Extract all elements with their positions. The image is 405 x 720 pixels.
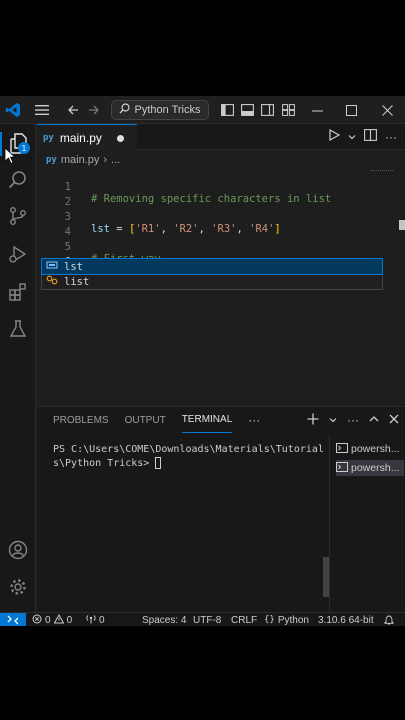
toggle-sidebar-icon[interactable] [219,96,235,124]
tab-main-py[interactable]: py main.py [37,124,137,150]
search-icon[interactable] [6,168,30,192]
terminal-instance[interactable]: powersh... [336,441,404,457]
mouse-cursor-icon [4,147,18,170]
code-line: 5 # First way [37,229,405,265]
maximize-icon[interactable] [342,96,360,124]
vscode-window: Python Tricks 1 py main.py ··· py main.p… [0,96,405,626]
terminal-name: powersh... [351,462,400,474]
run-debug-icon[interactable] [6,242,30,266]
code-line: 2 [37,184,405,208]
toggle-secondary-sidebar-icon[interactable] [259,96,275,124]
language-status[interactable]: {} Python [264,613,309,626]
code-line: 1 # Removing specific characters in list [37,169,405,205]
python-file-icon: py [43,132,54,143]
python-file-icon: py [46,155,57,165]
breadcrumb-file[interactable]: main.py [61,154,100,166]
encoding-status[interactable]: UTF-8 [193,613,221,626]
eol-status[interactable]: CRLF [231,613,257,626]
interpreter-status[interactable]: 3.10.6 64-bit [318,613,374,626]
split-editor-icon[interactable] [364,128,377,146]
error-count: 0 [45,614,51,626]
code-line-current: 6 print([int(s.lstrip('R')) for s in lst… [37,244,405,281]
suggestion-item[interactable]: lst [41,258,383,275]
bottom-panel: PROBLEMS OUTPUT TERMINAL ··· ··· PS C:\U… [37,406,405,613]
suggestion-label: list [64,275,90,288]
error-icon [32,614,42,627]
toggle-panel-icon[interactable] [239,96,255,124]
remote-indicator-icon[interactable] [0,613,26,626]
language-label: Python [277,614,309,626]
tab-terminal[interactable]: TERMINAL [181,407,233,433]
account-icon[interactable] [6,538,30,562]
search-icon [119,103,131,117]
panel-more-actions-icon[interactable]: ··· [347,413,359,427]
variable-icon [46,260,58,273]
terminal-dropdown-chevron-icon[interactable] [329,413,337,427]
back-arrow-icon[interactable] [64,96,82,124]
editor-tab-bar: py main.py ··· [37,124,405,150]
terminal-output[interactable]: PS C:\Users\COME\Downloads\Materials\Tut… [53,443,327,471]
more-actions-icon[interactable]: ··· [385,130,397,144]
terminal-instance-selected[interactable]: powersh... [336,460,404,476]
indentation-status[interactable]: Spaces: 4 [142,613,186,626]
ports-status[interactable]: 0 [86,613,105,626]
status-bar: 0 0 0 Spaces: 4 UTF-8 CRLF {} Python 3.1… [0,612,405,626]
search-label: Python Tricks [134,104,201,116]
unsaved-dot-icon[interactable] [117,135,124,142]
customize-layout-icon[interactable] [280,96,296,124]
terminal-icon [336,461,348,475]
testing-icon[interactable] [6,317,30,341]
maximize-panel-chevron-up-icon[interactable] [369,413,379,427]
command-center-search[interactable]: Python Tricks [111,100,209,120]
new-terminal-plus-icon[interactable] [307,413,319,428]
terminal-cursor [155,457,162,469]
explorer-badge: 1 [18,142,30,154]
tab-problems[interactable]: PROBLEMS [53,407,109,433]
activity-bar: 1 [0,124,36,612]
code-line: 3 lst = ['R1', 'R2', 'R3', 'R4'] [37,199,405,235]
suggestion-label: lst [64,260,83,273]
run-python-file-icon[interactable] [328,128,341,146]
vscode-logo [4,96,22,124]
panel-actions: ··· [307,407,399,433]
run-dropdown-chevron-icon[interactable] [348,128,356,146]
ports-count: 0 [99,614,105,626]
panel-tabs: PROBLEMS OUTPUT TERMINAL ··· [53,407,260,433]
terminal-list: powersh... powersh... [329,435,405,613]
extensions-icon[interactable] [6,280,30,304]
close-panel-icon[interactable] [389,413,399,427]
code-line: 4 [37,214,405,238]
tab-label: main.py [59,130,102,145]
editor-actions: ··· [328,124,397,150]
terminal-icon [336,442,348,456]
source-control-icon[interactable] [6,204,30,228]
warning-icon [53,613,64,627]
autocomplete-widget: lst list [41,258,383,290]
problems-status[interactable]: 0 0 [32,613,72,626]
breadcrumb-chevron-icon: › [103,154,108,166]
breadcrumb-more[interactable]: ... [111,154,120,166]
terminal-name: powersh... [351,443,400,455]
panel-more-icon[interactable]: ··· [248,407,260,433]
menu-icon[interactable] [32,96,52,124]
breadcrumb: py main.py › ... [46,152,120,168]
class-icon [46,275,58,288]
minimize-icon[interactable] [308,96,326,124]
warning-count: 0 [66,614,73,626]
suggestion-item[interactable]: list [42,274,382,289]
terminal-prompt: PS C:\Users\COME\Downloads\Materials\Tut… [53,444,324,469]
settings-gear-icon[interactable] [6,575,30,599]
tab-output[interactable]: OUTPUT [125,407,166,433]
title-bar: Python Tricks [0,96,405,124]
antenna-icon [86,614,96,627]
braces-icon: {} [264,615,275,625]
forward-arrow-icon[interactable] [85,96,103,124]
notifications-bell-icon[interactable] [384,613,394,626]
active-indicator [0,132,2,156]
close-icon[interactable] [378,96,396,124]
